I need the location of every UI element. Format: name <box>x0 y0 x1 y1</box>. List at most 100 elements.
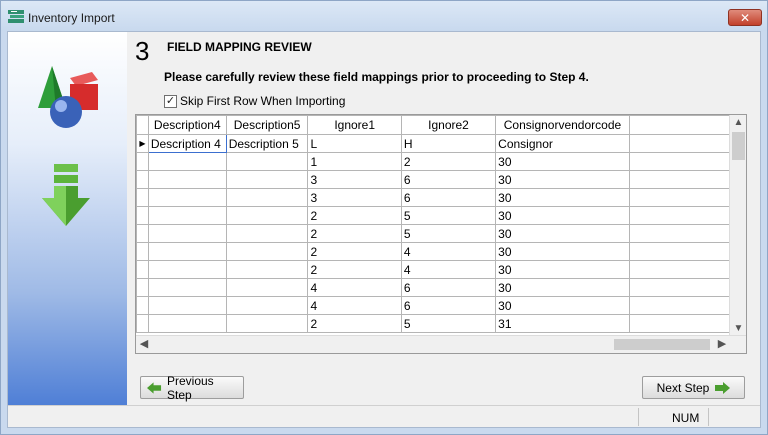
table-cell[interactable]: 6 <box>400 296 497 315</box>
table-cell[interactable] <box>147 260 227 279</box>
table-cell[interactable]: H <box>400 134 497 153</box>
num-lock-indicator: NUM <box>672 411 700 425</box>
table-cell[interactable]: 30 <box>495 260 630 279</box>
download-arrow-icon <box>42 164 90 226</box>
column-header[interactable]: Description4 <box>147 115 227 135</box>
table-row[interactable]: 2 5 30 <box>136 206 746 225</box>
table-cell[interactable] <box>147 314 227 333</box>
current-row-indicator-icon[interactable]: ▶ <box>136 134 149 153</box>
table-cell[interactable]: Consignor <box>495 134 630 153</box>
table-cell[interactable] <box>225 152 309 171</box>
table-cell[interactable] <box>147 224 227 243</box>
scroll-left-icon[interactable]: ◀ <box>136 336 152 353</box>
row-indicator[interactable] <box>136 206 149 225</box>
table-cell[interactable]: 30 <box>495 152 630 171</box>
status-divider <box>708 408 709 426</box>
table-cell[interactable]: 6 <box>400 278 497 297</box>
table-cell[interactable]: 2 <box>307 260 402 279</box>
table-cell[interactable]: 30 <box>495 224 630 243</box>
row-indicator[interactable] <box>136 224 149 243</box>
window-title: Inventory Import <box>28 11 115 25</box>
table-cell[interactable]: 6 <box>400 188 497 207</box>
table-cell[interactable] <box>147 188 227 207</box>
row-indicator[interactable] <box>136 260 149 279</box>
table-cell[interactable]: L <box>307 134 402 153</box>
table-cell[interactable]: 2 <box>307 206 402 225</box>
table-cell[interactable] <box>225 206 309 225</box>
table-cell[interactable]: 30 <box>495 188 630 207</box>
table-row[interactable]: 3 6 30 <box>136 170 746 189</box>
close-button[interactable]: ✕ <box>728 9 762 26</box>
table-cell[interactable]: 30 <box>495 242 630 261</box>
table-cell[interactable] <box>147 206 227 225</box>
table-cell[interactable] <box>225 170 309 189</box>
horizontal-scrollbar[interactable]: ◀ ▶ <box>136 335 746 353</box>
column-header[interactable]: Ignore1 <box>307 115 402 135</box>
table-cell[interactable]: 5 <box>400 314 497 333</box>
table-cell[interactable]: 2 <box>307 242 402 261</box>
table-cell[interactable] <box>225 224 309 243</box>
table-cell[interactable]: 4 <box>400 260 497 279</box>
table-row[interactable]: 3 6 30 <box>136 188 746 207</box>
table-cell[interactable]: 30 <box>495 296 630 315</box>
table-cell[interactable]: 6 <box>400 170 497 189</box>
main-panel: 3 FIELD MAPPING REVIEW Please carefully … <box>127 32 760 405</box>
table-row[interactable]: 2 4 30 <box>136 242 746 261</box>
table-row[interactable]: ▶ Description 4 Description 5 L H Consignor <box>136 134 746 153</box>
table-cell[interactable] <box>225 242 309 261</box>
table-cell[interactable]: 30 <box>495 206 630 225</box>
row-indicator[interactable] <box>136 242 149 261</box>
table-cell[interactable]: 1 <box>307 152 402 171</box>
vertical-scrollbar[interactable]: ▲ ▼ <box>729 115 746 337</box>
row-indicator[interactable] <box>136 296 149 315</box>
table-cell[interactable]: 31 <box>495 314 630 333</box>
column-header[interactable]: Consignorvendorcode <box>495 115 630 135</box>
table-row[interactable]: 2 4 30 <box>136 260 746 279</box>
table-cell[interactable] <box>225 260 309 279</box>
skip-first-row-checkbox[interactable]: ✓ <box>164 94 177 108</box>
table-cell[interactable]: Description 5 <box>225 134 309 153</box>
table-cell[interactable] <box>147 296 227 315</box>
next-step-button[interactable]: Next Step <box>642 376 745 399</box>
table-cell[interactable]: 2 <box>307 224 402 243</box>
table-row[interactable]: 4 6 30 <box>136 278 746 297</box>
table-cell[interactable] <box>225 188 309 207</box>
previous-step-button[interactable]: Previous Step <box>140 374 244 402</box>
table-cell[interactable] <box>225 296 309 315</box>
scroll-right-icon[interactable]: ▶ <box>714 336 730 353</box>
table-cell[interactable]: 4 <box>400 242 497 261</box>
row-indicator[interactable] <box>136 278 149 297</box>
table-cell[interactable]: 3 <box>307 188 402 207</box>
table-cell[interactable] <box>147 278 227 297</box>
scroll-up-icon[interactable]: ▲ <box>730 115 746 131</box>
table-cell[interactable] <box>147 152 227 171</box>
table-row[interactable]: 2 5 31 <box>136 314 746 333</box>
row-indicator[interactable] <box>136 314 149 333</box>
table-cell[interactable] <box>147 242 227 261</box>
field-mapping-grid[interactable]: Description4 Description5 Ignore1 Ignore… <box>135 114 747 354</box>
row-indicator[interactable] <box>136 152 149 171</box>
table-cell[interactable]: 3 <box>307 170 402 189</box>
table-cell[interactable]: 30 <box>495 278 630 297</box>
table-cell[interactable]: 2 <box>400 152 497 171</box>
table-cell[interactable]: Description 4 <box>147 134 227 153</box>
vertical-scroll-thumb[interactable] <box>732 132 745 160</box>
table-cell[interactable]: 4 <box>307 296 402 315</box>
table-row[interactable]: 4 6 30 <box>136 296 746 315</box>
table-cell[interactable] <box>147 170 227 189</box>
column-header[interactable]: Ignore2 <box>400 115 497 135</box>
table-row[interactable]: 1 2 30 <box>136 152 746 171</box>
table-cell[interactable]: 2 <box>307 314 402 333</box>
table-cell[interactable]: 5 <box>400 224 497 243</box>
table-cell[interactable] <box>225 314 309 333</box>
row-indicator[interactable] <box>136 170 149 189</box>
horizontal-scroll-thumb[interactable] <box>614 339 710 350</box>
table-cell[interactable]: 4 <box>307 278 402 297</box>
table-row[interactable]: 2 5 30 <box>136 224 746 243</box>
table-cell[interactable] <box>225 278 309 297</box>
table-cell[interactable]: 30 <box>495 170 630 189</box>
skip-first-row-option[interactable]: ✓ Skip First Row When Importing <box>164 93 345 109</box>
column-header[interactable]: Description5 <box>225 115 309 135</box>
table-cell[interactable]: 5 <box>400 206 497 225</box>
row-indicator[interactable] <box>136 188 149 207</box>
